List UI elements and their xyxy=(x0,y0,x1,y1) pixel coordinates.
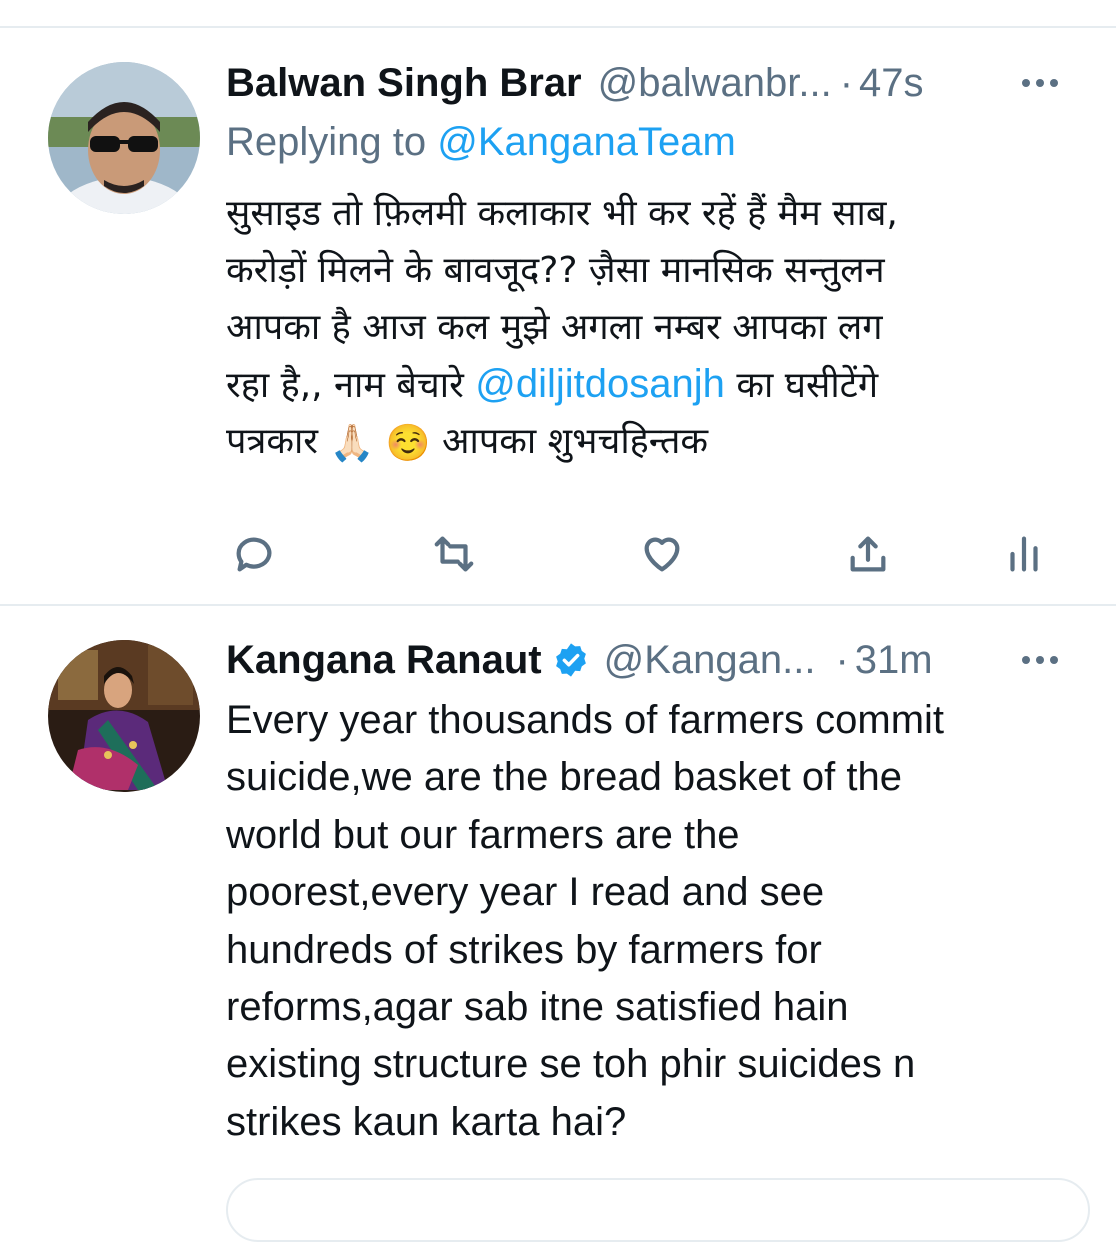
avatar[interactable] xyxy=(48,62,200,214)
separator: · xyxy=(839,60,854,105)
separator: · xyxy=(835,637,849,682)
replying-to: Replying to @KanganaTeam xyxy=(226,120,736,165)
mention-link[interactable]: @diljitdosanjh xyxy=(475,362,725,406)
tweet-line-part: रहा है,, नाम बेचारे xyxy=(226,365,476,406)
folded-hands-emoji: 🙏🏻 xyxy=(329,422,375,464)
tweet-line: रहा है,, नाम बेचारे @diljitdosanjh का घस… xyxy=(226,356,1076,413)
quoted-card-edge[interactable] xyxy=(226,1178,1090,1242)
tweet-line: Every year thousands of farmers commit xyxy=(226,698,945,742)
tweet-line-part: आपका शुभचहिन्तक xyxy=(430,421,709,462)
author-name[interactable]: Balwan Singh Brar xyxy=(226,61,582,106)
author-handle[interactable]: @Kangan... xyxy=(604,638,816,683)
tweet-line: reforms,agar sab itne satisfied hain xyxy=(226,984,849,1029)
tweet[interactable]: Kangana Ranaut @Kangan... · 31m Every ye… xyxy=(0,606,1116,1200)
tweet-line: आपका है आज कल मुझे अगला नम्बर आपका लग xyxy=(226,307,883,348)
smiling-face-emoji: ☺️ xyxy=(385,422,431,464)
more-options-icon[interactable] xyxy=(1022,53,1058,113)
tweet-line-part: पत्रकार xyxy=(226,421,330,462)
tweet-line: poorest,every year I read and see xyxy=(226,870,825,915)
tweet-line: suicide,we are the bread basket of the xyxy=(226,755,902,800)
author-name[interactable]: Kangana Ranaut xyxy=(226,638,542,683)
tweet-line: world but our farmers are the xyxy=(226,812,740,857)
tweet-line: पत्रकार 🙏🏻 ☺️ आपका शुभचहिन्तक xyxy=(226,413,1076,470)
tweet-line: strikes kaun karta hai? xyxy=(226,1099,627,1144)
tweet-text: सुसाइड तो फ़िलमी कलाकार भी कर रहें हैं म… xyxy=(226,185,1076,470)
replying-prefix: Replying to xyxy=(226,120,438,164)
retweet-icon[interactable] xyxy=(426,526,482,582)
timestamp[interactable]: 31m xyxy=(855,638,933,683)
tweet-text: Every year thousands of farmers commit s… xyxy=(226,692,1076,1151)
reply-icon[interactable] xyxy=(226,526,282,582)
tweet-reply[interactable]: Balwan Singh Brar @balwanbr... · 47s Rep… xyxy=(0,0,1116,605)
verified-badge-icon xyxy=(555,643,586,677)
tweet-line: करोड़ों मिलने के बावजूद?? ज़ैसा मानसिक स… xyxy=(226,250,885,291)
tweet-line: hundreds of strikes by farmers for xyxy=(226,927,822,972)
replying-to-mention[interactable]: @KanganaTeam xyxy=(437,120,736,164)
more-options-icon[interactable] xyxy=(1022,630,1058,690)
tweet-actions xyxy=(226,526,1056,582)
tweet-line: existing structure se toh phir suicides … xyxy=(226,1042,916,1087)
author-handle[interactable]: @balwanbr... xyxy=(598,61,832,106)
tweet-header: Kangana Ranaut @Kangan... · 31m xyxy=(226,630,1076,690)
tweet-line: सुसाइड तो फ़िलमी कलाकार भी कर रहें हैं म… xyxy=(226,193,898,234)
like-icon[interactable] xyxy=(634,526,690,582)
tweet-line-part: का घसीटेंगे xyxy=(724,365,879,406)
timestamp[interactable]: 47s xyxy=(859,61,924,106)
avatar[interactable] xyxy=(48,640,200,792)
share-icon[interactable] xyxy=(840,526,896,582)
tweet-header: Balwan Singh Brar @balwanbr... · 47s xyxy=(226,53,1076,113)
analytics-icon[interactable] xyxy=(996,526,1052,582)
